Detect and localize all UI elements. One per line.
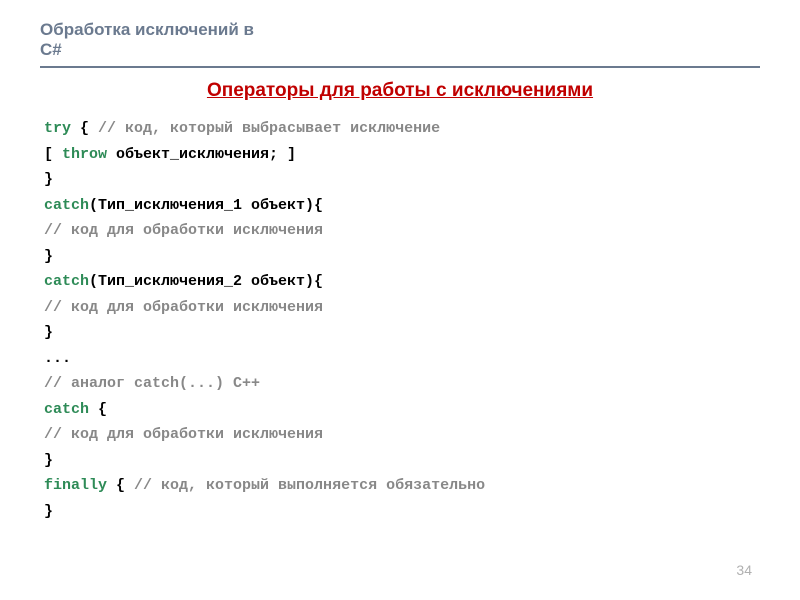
code-text: (Тип_исключения_1 объект){ <box>89 197 323 214</box>
keyword-catch: catch <box>44 273 89 290</box>
code-line: // аналог catch(...) C++ <box>44 371 760 397</box>
code-line: [ throw объект_исключения; ] <box>44 142 760 168</box>
keyword-finally: finally <box>44 477 107 494</box>
code-line: } <box>44 244 760 270</box>
code-line: // код для обработки исключения <box>44 295 760 321</box>
code-line: try { // код, который выбрасывает исключ… <box>44 116 760 142</box>
code-line: ... <box>44 346 760 372</box>
code-line: finally { // код, который выполняется об… <box>44 473 760 499</box>
code-line: catch(Тип_исключения_2 объект){ <box>44 269 760 295</box>
code-line: // код для обработки исключения <box>44 218 760 244</box>
slide-container: Обработка исключений в C# Операторы для … <box>0 0 800 600</box>
page-number: 34 <box>736 562 752 578</box>
slide-title: Операторы для работы с исключениями <box>40 80 760 102</box>
keyword-throw: throw <box>62 146 107 163</box>
code-line: catch { <box>44 397 760 423</box>
keyword-catch: catch <box>44 197 89 214</box>
code-block: try { // код, который выбрасывает исключ… <box>40 116 760 524</box>
code-comment: // код для обработки исключения <box>44 426 323 443</box>
code-line: catch(Тип_исключения_1 объект){ <box>44 193 760 219</box>
keyword-try: try <box>44 120 71 137</box>
code-text: { <box>107 477 134 494</box>
code-comment: // аналог catch(...) C++ <box>44 375 260 392</box>
code-line: } <box>44 499 760 525</box>
code-text: { <box>71 120 98 137</box>
code-text: (Тип_исключения_2 объект){ <box>89 273 323 290</box>
code-line: } <box>44 167 760 193</box>
code-line: } <box>44 320 760 346</box>
code-text: { <box>89 401 107 418</box>
slide-header: Обработка исключений в C# <box>40 20 760 68</box>
code-line: } <box>44 448 760 474</box>
code-comment: // код для обработки исключения <box>44 222 323 239</box>
code-comment: // код, который выполняется обязательно <box>134 477 485 494</box>
code-comment: // код для обработки исключения <box>44 299 323 316</box>
code-text: [ <box>44 146 62 163</box>
keyword-catch: catch <box>44 401 89 418</box>
code-line: // код для обработки исключения <box>44 422 760 448</box>
code-text: объект_исключения; ] <box>107 146 296 163</box>
code-comment: // код, который выбрасывает исключение <box>98 120 440 137</box>
